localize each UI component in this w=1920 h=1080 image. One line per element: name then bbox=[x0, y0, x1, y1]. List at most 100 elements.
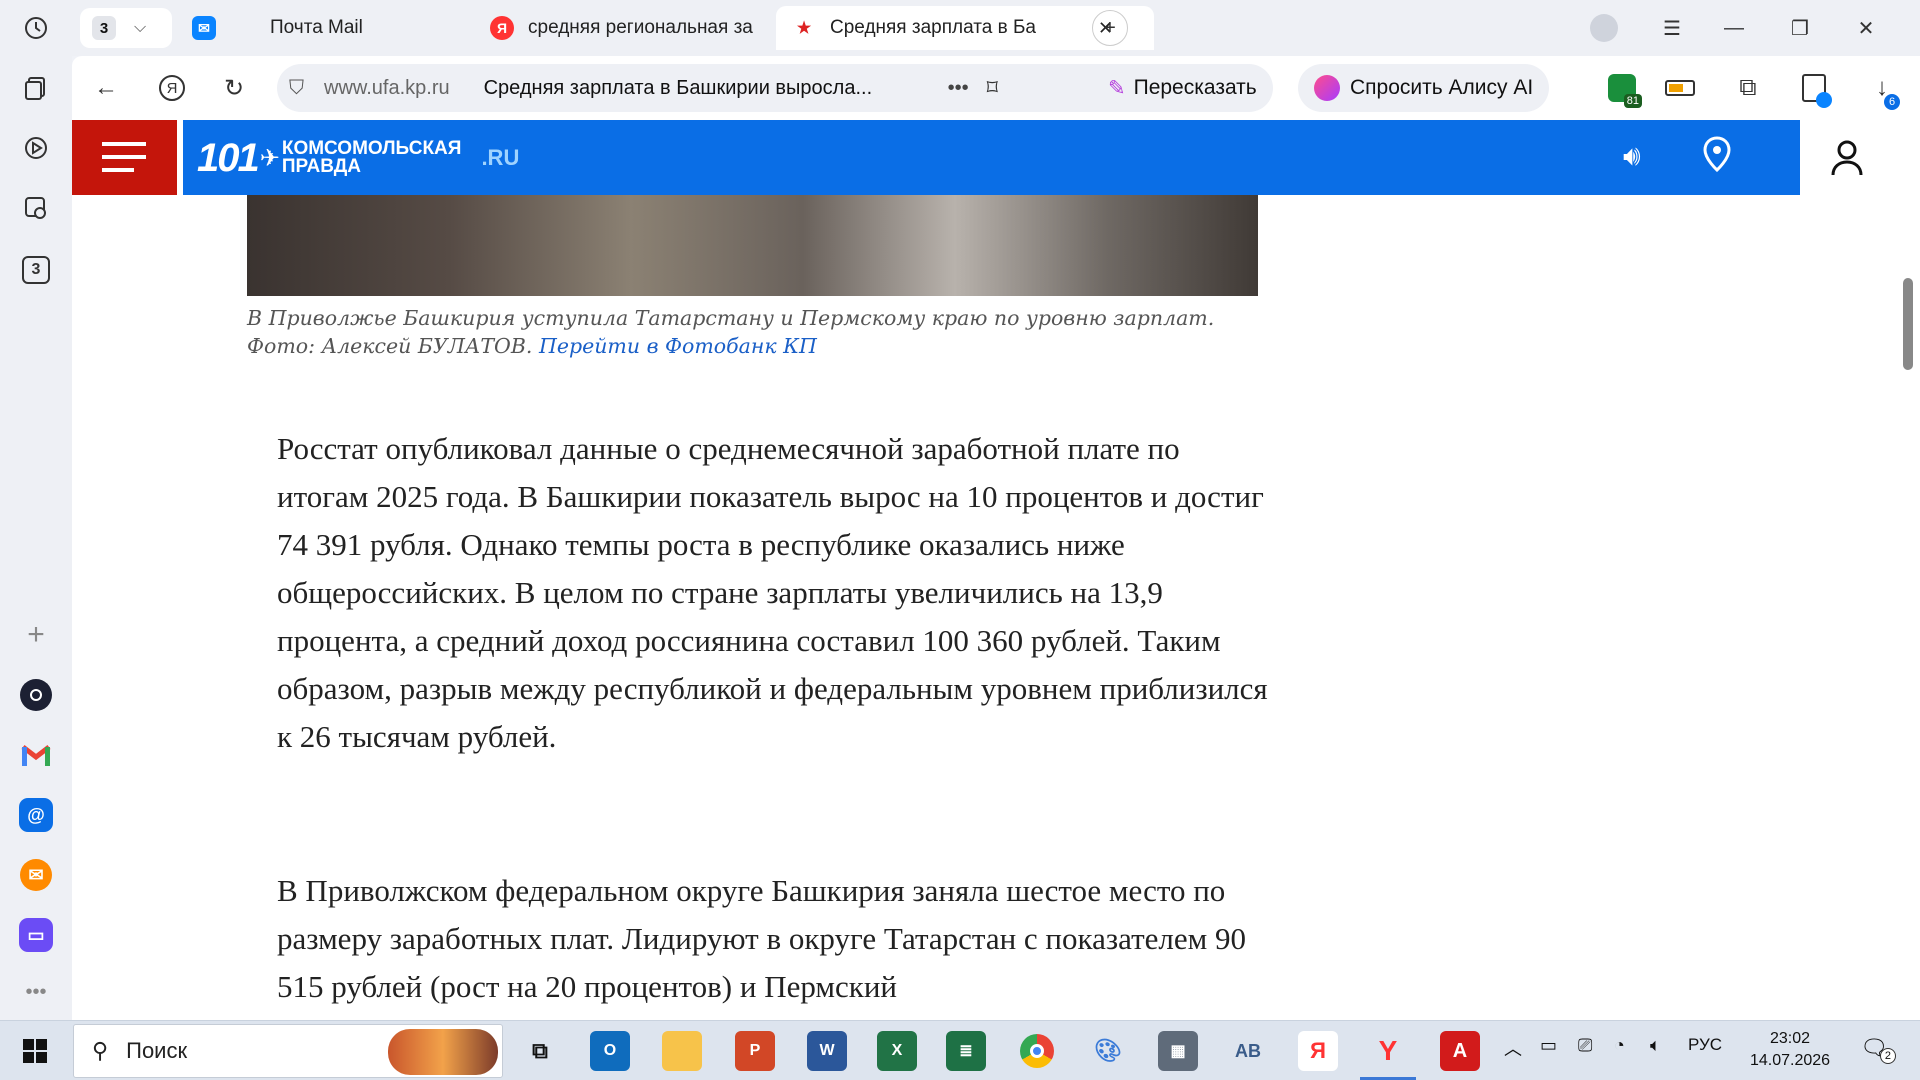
downloads-badge: 6 bbox=[1884, 94, 1900, 110]
kp-logo[interactable]: 101 ✈ КОМСОМОЛЬСКАЯ ПРАВДА .RU bbox=[197, 130, 519, 186]
yandex-icon[interactable]: Я bbox=[1298, 1031, 1338, 1071]
taskbar-search[interactable]: ⚲ Поиск bbox=[73, 1024, 503, 1078]
wifi-icon[interactable]: ◔ bbox=[1614, 1035, 1625, 1056]
video-icon[interactable] bbox=[16, 128, 56, 168]
more-apps-icon[interactable]: ••• bbox=[16, 972, 56, 1012]
tabs-counter-button[interactable]: 3 bbox=[16, 250, 56, 290]
bookmark-icon[interactable]: ⌑ bbox=[987, 75, 998, 101]
battery-icon[interactable]: ▭ bbox=[1540, 1035, 1557, 1056]
site-header: 101 ✈ КОМСОМОЛЬСКАЯ ПРАВДА .RU 🔊︎ bbox=[183, 120, 1800, 195]
logo-plane-icon: ✈ bbox=[259, 144, 280, 172]
profile-icon[interactable] bbox=[1584, 10, 1624, 46]
article-photo bbox=[247, 195, 1258, 296]
tab-label: Средняя зарплата в Ба bbox=[830, 17, 1036, 38]
browser-sidebar: 3 + @ ✉ ▭ ••• bbox=[0, 0, 72, 1020]
screenshot-icon[interactable] bbox=[16, 188, 56, 228]
yandex-browser-icon[interactable]: Y bbox=[1368, 1031, 1408, 1071]
yandex-favicon-icon: Я bbox=[490, 16, 514, 40]
extension-shield-icon[interactable]: 81 bbox=[1602, 68, 1642, 108]
address-bar[interactable]: ⛉ www.ufa.kp.ru Средняя зарплата в Башки… bbox=[277, 64, 1147, 112]
translator-icon[interactable]: AB bbox=[1228, 1031, 1268, 1071]
profile-sync-icon[interactable] bbox=[1794, 68, 1834, 108]
article-paragraph: Росстат опубликовал данные о среднемесяч… bbox=[277, 431, 1268, 754]
scrollbar[interactable] bbox=[1896, 120, 1920, 1020]
kp-favicon-icon: ★ bbox=[796, 20, 812, 37]
yandex-home-icon[interactable]: Я bbox=[152, 68, 192, 108]
site-menu-button[interactable] bbox=[72, 120, 177, 195]
menu-icon[interactable]: ☰ bbox=[1652, 10, 1692, 46]
device-icon[interactable]: ⎚ bbox=[1578, 1035, 1592, 1056]
url-text: www.ufa.kp.ru bbox=[324, 76, 450, 99]
web-page: 101 ✈ КОМСОМОЛЬСКАЯ ПРАВДА .RU 🔊︎ В Прив… bbox=[72, 120, 1896, 1020]
volume-icon[interactable]: 🔈︎ bbox=[1650, 1035, 1661, 1056]
scrollbar-thumb[interactable] bbox=[1903, 278, 1913, 370]
mailru-app-icon[interactable]: @ bbox=[16, 795, 56, 835]
history-icon[interactable] bbox=[16, 8, 56, 48]
notification-count: 2 bbox=[1879, 1048, 1896, 1064]
chevron-down-icon: ⌵ bbox=[134, 19, 147, 36]
photobank-link[interactable]: Перейти в Фотобанк КП bbox=[539, 334, 817, 358]
notifications-icon[interactable]: 🗨︎ 2 bbox=[1860, 1035, 1896, 1064]
windows-start-icon[interactable] bbox=[15, 1031, 55, 1071]
logo-number: 101 bbox=[197, 135, 260, 180]
page-title-text: Средняя зарплата в Башкирии выросла... bbox=[483, 76, 873, 99]
reload-icon[interactable]: ↻ bbox=[214, 68, 254, 108]
excel-icon[interactable]: X bbox=[877, 1031, 917, 1071]
file-explorer-icon[interactable] bbox=[662, 1031, 702, 1071]
location-icon[interactable] bbox=[1703, 136, 1731, 177]
acrobat-icon[interactable]: A bbox=[1440, 1031, 1480, 1071]
task-view-icon[interactable]: ⧉ bbox=[520, 1031, 560, 1071]
alice-label: Спросить Алису AI bbox=[1350, 76, 1534, 99]
logo-domain: .RU bbox=[481, 145, 520, 170]
tab-label: средняя региональная за bbox=[528, 17, 753, 38]
messenger-app-icon[interactable]: ▭ bbox=[16, 915, 56, 955]
clock-date: 14.07.2026 bbox=[1750, 1052, 1831, 1069]
ask-alice-button[interactable]: Спросить Алису AI bbox=[1298, 64, 1550, 112]
extensions-icon[interactable]: ⧉ bbox=[1728, 68, 1768, 108]
mail-favicon-icon: ✉ bbox=[192, 16, 216, 40]
article-paragraph: В Приволжском федеральном округе Башкири… bbox=[277, 873, 1246, 1004]
add-app-icon[interactable]: + bbox=[16, 615, 56, 655]
tab-bar: 3 ⌵ ✉ Почта Mail Я средняя региональная … bbox=[72, 0, 1920, 56]
restore-icon[interactable]: ❐ bbox=[1780, 10, 1820, 46]
close-window-icon[interactable]: ✕ bbox=[1846, 10, 1886, 46]
audio-icon[interactable]: 🔊︎ bbox=[1623, 140, 1641, 173]
alice-icon bbox=[1314, 75, 1340, 101]
outlook-icon[interactable]: O bbox=[590, 1031, 630, 1071]
retell-label: Пересказать bbox=[1133, 76, 1257, 99]
calculator-icon[interactable]: ▦ bbox=[1158, 1031, 1198, 1071]
tabs-counter: 3 bbox=[22, 256, 50, 284]
search-highlight-image bbox=[388, 1029, 498, 1075]
user-account-icon[interactable] bbox=[1807, 120, 1887, 195]
word-icon[interactable]: W bbox=[807, 1031, 847, 1071]
language-indicator[interactable]: РУС bbox=[1688, 1035, 1722, 1055]
clock[interactable]: 23:02 14.07.2026 bbox=[1750, 1028, 1830, 1072]
search-placeholder: Поиск bbox=[126, 1038, 188, 1063]
battery-saver-icon[interactable] bbox=[1660, 68, 1700, 108]
logo-line2: ПРАВДА bbox=[281, 156, 361, 177]
minimize-icon[interactable]: — bbox=[1714, 10, 1754, 46]
tab-label: Почта Mail bbox=[270, 17, 363, 38]
navigation-bar: ← Я ↻ ⛉ www.ufa.kp.ru Средняя зарплата в… bbox=[72, 56, 1920, 120]
new-tab-button[interactable]: + bbox=[1092, 10, 1128, 46]
powerpoint-icon[interactable]: P bbox=[735, 1031, 775, 1071]
mail-app-icon[interactable]: ✉ bbox=[16, 855, 56, 895]
tab-group-count: 3 bbox=[92, 16, 116, 40]
windows-taskbar: ⚲ Поиск ⧉ O P W X ≣ 🎨︎ ▦ AB Я Y A ︿ ▭ ⎚ … bbox=[0, 1020, 1920, 1080]
chrome-icon[interactable] bbox=[1017, 1031, 1057, 1071]
show-hidden-icons-icon[interactable]: ︿ bbox=[1504, 1035, 1522, 1061]
publisher-icon[interactable]: ≣ bbox=[946, 1031, 986, 1071]
retell-button[interactable]: ✎ Пересказать bbox=[1092, 64, 1273, 112]
paint-icon[interactable]: 🎨︎ bbox=[1088, 1031, 1128, 1071]
alice-app-icon[interactable] bbox=[16, 675, 56, 715]
photo-caption: В Приволжье Башкирия уступила Татарстану… bbox=[247, 304, 1267, 360]
tab-group[interactable]: 3 ⌵ bbox=[80, 8, 172, 48]
gmail-app-icon[interactable] bbox=[16, 735, 56, 775]
back-icon[interactable]: ← bbox=[86, 68, 126, 108]
more-options-icon[interactable]: ••• bbox=[948, 77, 969, 100]
clock-time: 23:02 bbox=[1769, 1030, 1811, 1047]
downloads-icon[interactable]: ↓ 6 bbox=[1862, 68, 1902, 110]
collections-icon[interactable] bbox=[16, 68, 56, 108]
search-icon: ⚲ bbox=[92, 1038, 109, 1063]
security-shield-icon[interactable]: ⛉ bbox=[289, 77, 304, 100]
